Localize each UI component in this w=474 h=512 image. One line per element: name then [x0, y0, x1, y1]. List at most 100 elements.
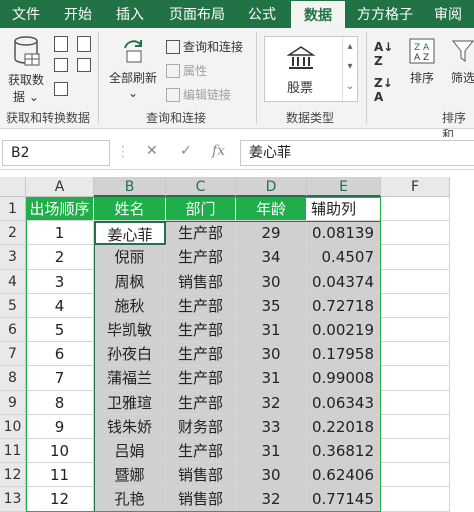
table-cell[interactable]: 生产部 [166, 245, 236, 270]
table-cell[interactable] [381, 342, 450, 367]
table-cell[interactable] [381, 390, 450, 415]
row-header[interactable]: 1 [0, 197, 26, 222]
table-cell[interactable] [381, 487, 450, 512]
tab-data[interactable]: 数据 [290, 0, 346, 28]
header-cell[interactable]: 年龄 [236, 197, 307, 222]
sort-descending-button[interactable]: Z↓ A [374, 76, 393, 104]
table-cell[interactable]: 孔艳 [94, 487, 166, 512]
row-header[interactable]: 7 [0, 342, 26, 367]
gallery-scroll[interactable]: ▴ ▾ ⌄ [342, 37, 357, 101]
table-cell[interactable] [381, 366, 450, 391]
column-header-B[interactable]: B [94, 177, 166, 197]
formula-input[interactable]: 姜心菲 [240, 140, 474, 166]
table-cell[interactable]: 2 [26, 245, 94, 270]
table-cell[interactable]: 销售部 [166, 487, 236, 512]
row-header[interactable]: 10 [0, 414, 26, 439]
table-cell[interactable]: 暨娜 [94, 463, 166, 488]
column-header-E[interactable]: E [307, 177, 381, 197]
header-cell[interactable] [381, 197, 450, 222]
header-cell[interactable]: 部门 [166, 197, 236, 222]
table-cell[interactable] [381, 221, 450, 246]
row-header[interactable]: 11 [0, 439, 26, 464]
table-cell[interactable]: 32 [236, 390, 307, 415]
table-cell[interactable]: 1 [26, 221, 94, 246]
tab-page-layout[interactable]: 页面布局 [160, 0, 234, 28]
table-cell[interactable]: 0.17958 [307, 342, 381, 367]
row-header[interactable]: 12 [0, 463, 26, 488]
table-cell[interactable]: 倪丽 [94, 245, 166, 270]
table-cell[interactable]: 35 [236, 293, 307, 318]
filter-button[interactable]: 筛选 [448, 36, 474, 86]
table-cell[interactable]: 卫雅瑄 [94, 390, 166, 415]
header-cell[interactable]: 出场顺序 [26, 197, 94, 222]
tab-formulas[interactable]: 公式 [238, 0, 286, 28]
tab-review[interactable]: 审阅 [424, 0, 472, 28]
table-cell[interactable]: 销售部 [166, 463, 236, 488]
row-header[interactable]: 6 [0, 318, 26, 343]
table-cell[interactable]: 7 [26, 366, 94, 391]
row-header[interactable]: 8 [0, 366, 26, 391]
header-cell[interactable]: 姓名 [94, 197, 166, 222]
table-cell[interactable]: 吕娟 [94, 439, 166, 464]
table-cell[interactable]: 11 [26, 463, 94, 488]
from-table-button[interactable] [54, 58, 91, 72]
table-cell[interactable]: 0.06343 [307, 390, 381, 415]
existing-connections-button[interactable] [54, 82, 68, 96]
enter-icon[interactable]: ✓ [180, 143, 192, 159]
row-header[interactable]: 13 [0, 487, 26, 512]
row-header[interactable]: 4 [0, 269, 26, 294]
table-cell[interactable]: 0.04374 [307, 269, 381, 294]
table-cell[interactable]: 9 [26, 414, 94, 439]
edit-links-button[interactable]: 编辑链接 [166, 86, 231, 103]
query-connections-button[interactable]: 查询和连接 [166, 38, 243, 55]
table-cell[interactable]: 孙夜白 [94, 342, 166, 367]
table-cell[interactable]: 32 [236, 487, 307, 512]
table-cell[interactable] [381, 318, 450, 343]
table-cell[interactable]: 30 [236, 269, 307, 294]
table-cell[interactable]: 4 [26, 293, 94, 318]
table-cell[interactable]: 生产部 [166, 366, 236, 391]
column-header-C[interactable]: C [166, 177, 236, 197]
table-cell[interactable]: 销售部 [166, 269, 236, 294]
name-box[interactable]: B2 [2, 140, 110, 166]
table-cell[interactable]: 10 [26, 439, 94, 464]
row-header[interactable]: 2 [0, 221, 26, 246]
table-cell[interactable]: 31 [236, 439, 307, 464]
column-header-D[interactable]: D [236, 177, 307, 197]
table-cell[interactable]: 生产部 [166, 439, 236, 464]
active-cell[interactable]: 姜心菲 [94, 221, 166, 246]
table-cell[interactable]: 生产部 [166, 318, 236, 343]
column-header-A[interactable]: A [26, 177, 94, 197]
properties-button[interactable]: 属性 [166, 62, 207, 79]
table-cell[interactable]: 31 [236, 318, 307, 343]
column-header-F[interactable]: F [381, 177, 450, 197]
table-cell[interactable]: 30 [236, 342, 307, 367]
row-header[interactable]: 9 [0, 390, 26, 415]
tab-file[interactable]: 文件 [2, 0, 50, 28]
table-cell[interactable]: 29 [236, 221, 307, 246]
tab-home[interactable]: 开始 [54, 0, 102, 28]
cancel-icon[interactable]: ✕ [146, 143, 158, 159]
table-cell[interactable]: 0.4507 [307, 245, 381, 270]
table-cell[interactable]: 周枫 [94, 269, 166, 294]
table-cell[interactable]: 31 [236, 366, 307, 391]
table-cell[interactable]: 生产部 [166, 390, 236, 415]
table-cell[interactable]: 钱朱娇 [94, 414, 166, 439]
insert-function-icon[interactable]: fx [212, 143, 225, 159]
row-header[interactable]: 3 [0, 245, 26, 270]
row-header[interactable]: 5 [0, 293, 26, 318]
table-cell[interactable]: 蒲福兰 [94, 366, 166, 391]
table-cell[interactable]: 0.00219 [307, 318, 381, 343]
table-cell[interactable]: 0.08139 [307, 221, 381, 246]
tab-fangfang[interactable]: 方方格子 [350, 0, 420, 28]
table-cell[interactable]: 0.77145 [307, 487, 381, 512]
table-cell[interactable] [381, 439, 450, 464]
table-cell[interactable]: 0.22018 [307, 414, 381, 439]
sort-ascending-button[interactable]: A↓ Z [374, 40, 393, 68]
table-cell[interactable]: 12 [26, 487, 94, 512]
table-cell[interactable]: 毕凯敏 [94, 318, 166, 343]
table-cell[interactable]: 0.36812 [307, 439, 381, 464]
refresh-all-button[interactable]: 全部刷新 ⌄ [104, 36, 162, 100]
table-cell[interactable]: 0.72718 [307, 293, 381, 318]
get-data-button[interactable]: 获取数 据 ⌄ [6, 34, 46, 105]
